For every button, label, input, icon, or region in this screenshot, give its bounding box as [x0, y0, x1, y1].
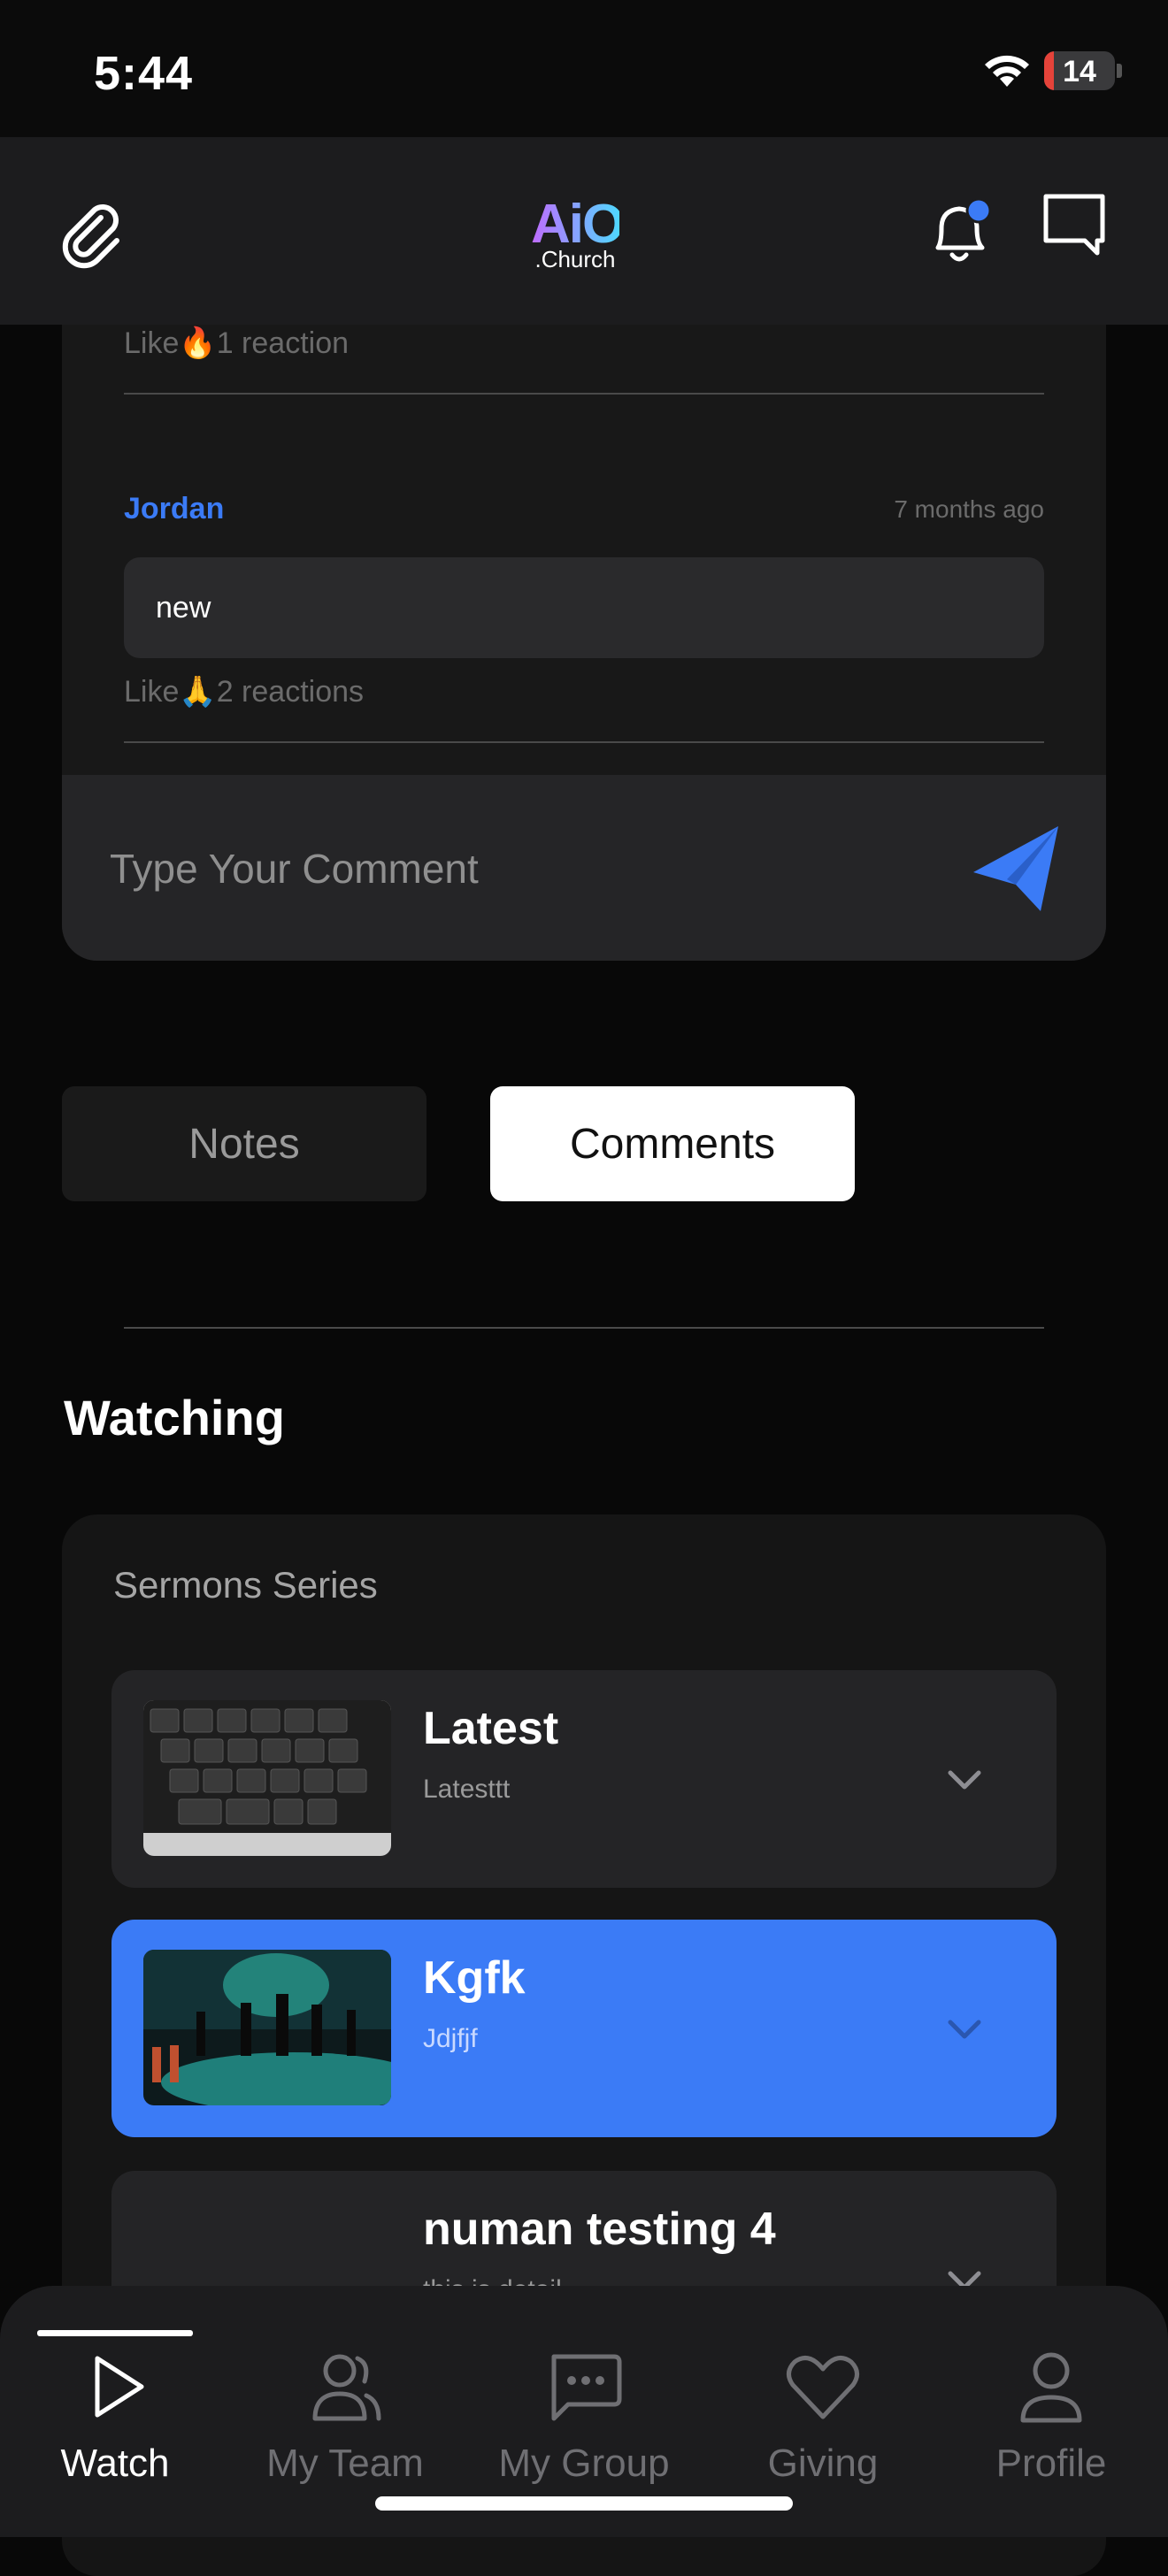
nav-giving[interactable]: Giving: [717, 2344, 929, 2495]
comment-bubble: new: [124, 557, 1044, 658]
watching-title: Watching: [64, 1390, 285, 1445]
message-icon[interactable]: [1041, 191, 1108, 258]
keyboard-thumbnail: [143, 1700, 391, 1856]
nav-label: My Team: [266, 2442, 424, 2485]
comment-timestamp: 7 months ago: [894, 495, 1044, 523]
active-tab-indicator: [37, 2330, 193, 2336]
comment-input[interactable]: [110, 840, 906, 897]
play-icon: [95, 2356, 144, 2418]
comment-author[interactable]: Jordan: [124, 492, 224, 526]
chat-bubble-icon: [551, 2354, 622, 2421]
home-indicator: [375, 2496, 793, 2511]
nav-profile[interactable]: Profile: [945, 2344, 1157, 2495]
nav-watch[interactable]: Watch: [9, 2344, 221, 2495]
section-divider: [124, 1327, 1044, 1329]
profile-icon: [1020, 2352, 1082, 2423]
comment-text: new: [156, 591, 211, 625]
comment-divider: [124, 741, 1044, 743]
send-icon[interactable]: [970, 823, 1062, 915]
tab-comments[interactable]: Comments: [490, 1086, 855, 1201]
battery-icon: 14: [1044, 51, 1115, 90]
battery-nub: [1117, 64, 1122, 78]
app-logo-subtitle: .Church: [534, 246, 616, 272]
nav-label: My Group: [498, 2442, 670, 2485]
comment-reactions[interactable]: Like🙏2 reactions: [124, 674, 364, 709]
bell-icon[interactable]: [926, 193, 996, 267]
series-item[interactable]: Latest Latesttt: [111, 1670, 1057, 1888]
concert-thumbnail: [143, 1950, 391, 2105]
wifi-icon: [985, 55, 1029, 87]
team-icon: [312, 2354, 381, 2421]
nav-label: Watch: [60, 2442, 170, 2485]
nav-my-team[interactable]: My Team: [239, 2344, 451, 2495]
paperclip-icon[interactable]: [58, 200, 129, 271]
series-subtitle: Latesttt: [423, 1775, 511, 1804]
chevron-down-icon[interactable]: [943, 1759, 986, 1801]
status-time: 5:44: [94, 47, 194, 100]
series-title: Kgfk: [423, 1952, 526, 2004]
heart-icon: [787, 2356, 859, 2419]
comment-reactions[interactable]: Like🔥1 reaction: [124, 326, 349, 361]
series-subtitle: Jdjfjf: [423, 2024, 478, 2053]
battery-level: 14: [1063, 55, 1096, 88]
nav-label: Giving: [767, 2442, 879, 2485]
series-title: Latest: [423, 1703, 559, 1754]
tab-notes[interactable]: Notes: [62, 1086, 426, 1201]
chevron-down-icon[interactable]: [943, 2008, 986, 2051]
comment-divider: [124, 393, 1044, 395]
series-item-selected[interactable]: Kgfk Jdjfjf: [111, 1920, 1057, 2137]
series-title: numan testing 4: [423, 2204, 776, 2255]
nav-label: Profile: [995, 2442, 1107, 2485]
series-label: Sermons Series: [113, 1564, 378, 1606]
nav-my-group[interactable]: My Group: [478, 2344, 690, 2495]
